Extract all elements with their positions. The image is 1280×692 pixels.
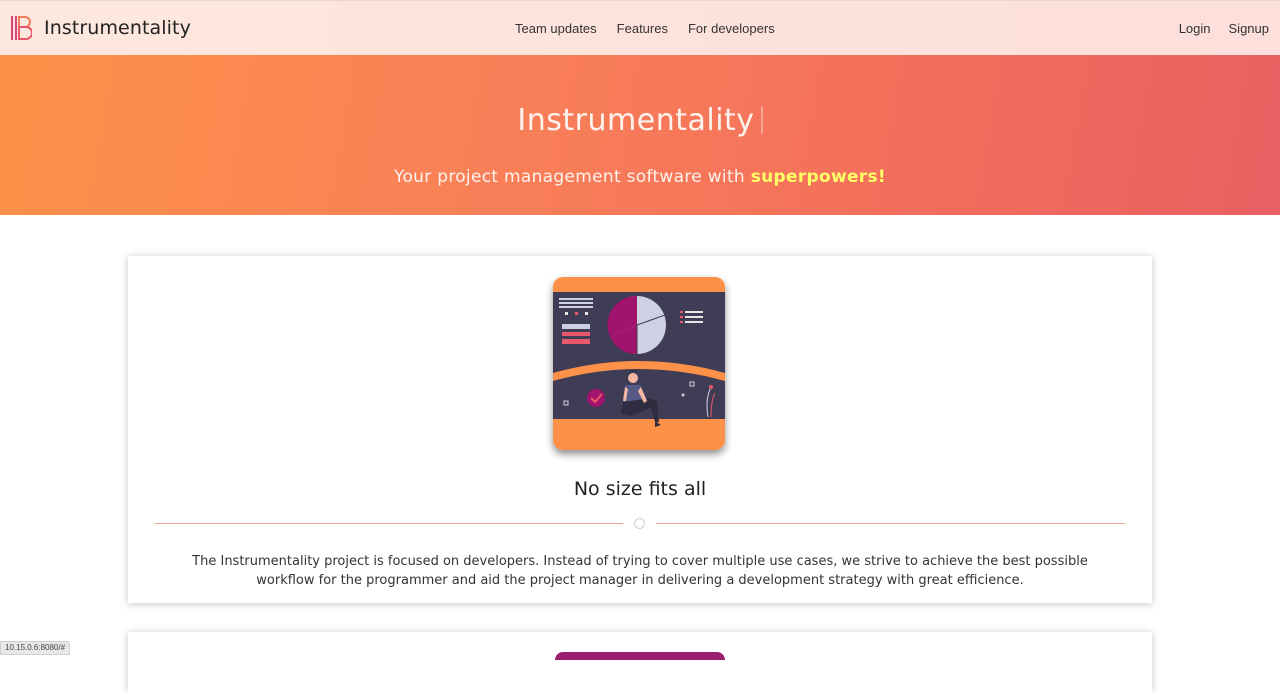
feature-card: No size fits all The Instrumentality pro… bbox=[128, 256, 1152, 603]
divider-dot-icon bbox=[634, 518, 645, 529]
hero-subtitle-highlight: superpowers! bbox=[750, 167, 886, 187]
brand-name: Instrumentality bbox=[44, 17, 191, 39]
feature-card-2-illustration bbox=[555, 652, 725, 660]
login-link[interactable]: Login bbox=[1179, 21, 1211, 36]
divider-line-left bbox=[154, 523, 623, 524]
brand-logo-icon bbox=[11, 16, 32, 40]
card-title: No size fits all bbox=[573, 478, 707, 500]
hero-title: Instrumentality bbox=[517, 103, 755, 138]
divider-line-right bbox=[656, 523, 1125, 524]
card-description: The Instrumentality project is focused o… bbox=[192, 554, 1088, 588]
hero-banner: Instrumentality Your project management … bbox=[0, 55, 1280, 215]
dashboard-illustration-image bbox=[553, 277, 725, 450]
feature-card-2 bbox=[128, 632, 1152, 692]
hero-subtitle: Your project management software with su… bbox=[0, 167, 1280, 187]
nav-auth: Login Signup bbox=[1179, 21, 1269, 36]
nav-features[interactable]: Features bbox=[617, 21, 668, 36]
nav-links: Team updates Features For developers bbox=[515, 21, 775, 36]
brand[interactable]: Instrumentality bbox=[10, 15, 191, 41]
browser-status-url: 10.15.0.6:8080/# bbox=[0, 641, 71, 655]
nav-team-updates[interactable]: Team updates bbox=[515, 21, 597, 36]
navbar: Instrumentality Team updates Features Fo… bbox=[0, 0, 1280, 55]
hero-subtitle-prefix: Your project management software with bbox=[394, 167, 751, 187]
nav-for-developers[interactable]: For developers bbox=[688, 21, 775, 36]
hero-title-wrap: Instrumentality bbox=[0, 103, 1280, 138]
typing-cursor bbox=[760, 106, 763, 134]
dashboard-illustration bbox=[553, 277, 725, 450]
signup-link[interactable]: Signup bbox=[1229, 21, 1269, 36]
